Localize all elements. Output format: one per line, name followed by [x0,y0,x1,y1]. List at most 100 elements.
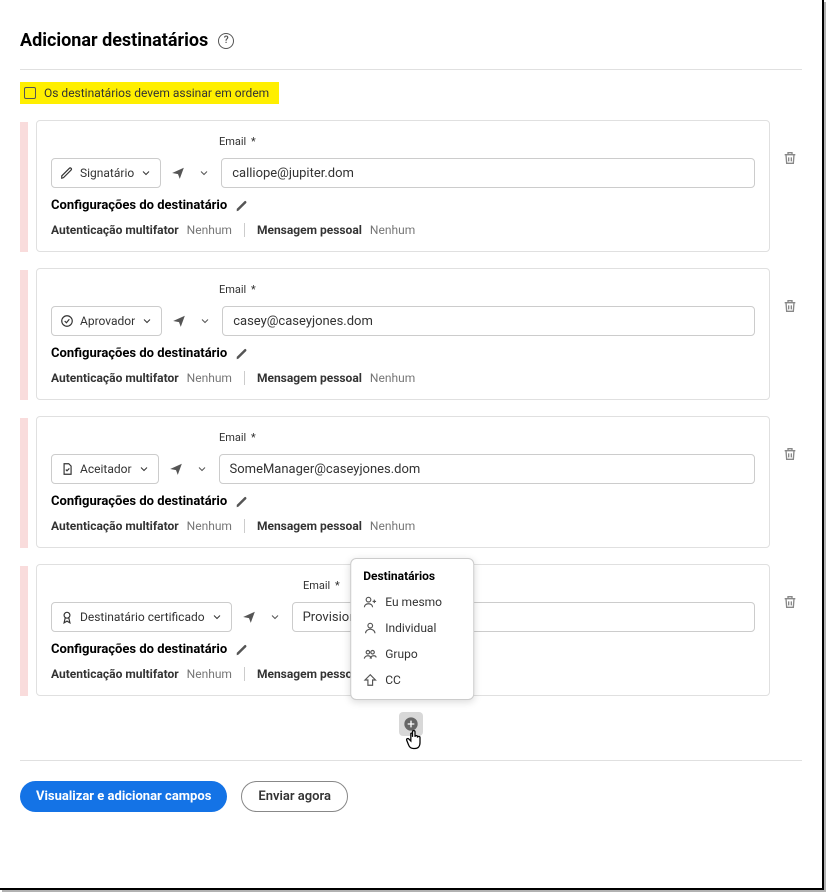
popup-item-label: CC [385,673,401,687]
edit-settings-button[interactable] [235,199,249,213]
page-title: Adicionar destinatários [20,30,208,51]
pen-icon [60,166,74,180]
recipient-card: Email * Aprovador [36,268,770,400]
check-circle-icon [60,314,74,328]
recipient-settings-row: Configurações do destinatário [51,346,755,361]
sign-in-order-label: Os destinatários devem assinar em ordem [44,86,269,100]
role-select[interactable]: Destinatário certificado [51,602,232,632]
order-indicator [20,566,28,696]
delete-recipient-button[interactable] [782,150,798,166]
role-label: Destinatário certificado [80,610,205,624]
user-plus-icon [363,595,377,609]
delete-recipient-button[interactable] [782,298,798,314]
recipient-block: Email * Aprovador [20,268,802,400]
popup-title: Destinatários [351,565,473,589]
footer-divider [20,760,802,761]
recipient-settings-label: Configurações do destinatário [51,198,227,213]
chevron-down-icon[interactable] [196,312,214,330]
delete-recipient-wrap [778,564,802,610]
personal-msg-value: Nenhum [370,519,415,533]
sign-in-order-row[interactable]: Os destinatários devem assinar em ordem [20,82,279,104]
edit-settings-button[interactable] [235,347,249,361]
recipient-settings-label: Configurações do destinatário [51,346,227,361]
group-icon [363,647,377,661]
add-recipient-area: Destinatários Eu mesmo Individual Grupo … [20,712,802,736]
edit-settings-button[interactable] [235,643,249,657]
help-icon[interactable]: ? [218,33,234,49]
recipient-controls-row: Aceitador [51,454,755,484]
role-label: Aceitador [80,462,132,476]
divider [244,519,245,533]
delete-recipient-button[interactable] [782,446,798,462]
recipient-settings-label: Configurações do destinatário [51,494,227,509]
order-indicator [20,418,28,548]
divider [244,223,245,237]
preview-add-fields-button[interactable]: Visualizar e adicionar campos [20,781,227,812]
recipient-settings-row: Configurações do destinatário [51,494,755,509]
chevron-down-icon [141,315,153,327]
divider [244,371,245,385]
user-icon [363,621,377,635]
recipient-settings-row: Configurações do destinatário [51,198,755,213]
popup-item-label: Individual [385,621,436,635]
chevron-down-icon [138,463,150,475]
popup-item-label: Eu mesmo [385,595,442,609]
mfa-value: Nenhum [187,667,232,681]
email-label: Email * [219,431,755,444]
role-select[interactable]: Aceitador [51,454,159,484]
sign-in-order-checkbox[interactable] [24,87,36,99]
chevron-down-icon[interactable] [266,608,284,626]
mfa-label: Autenticação multifator [51,371,179,385]
edit-settings-button[interactable] [235,495,249,509]
popup-item-me[interactable]: Eu mesmo [351,589,473,615]
email-label: Email * [219,283,755,296]
recipient-block: Email * Signatário [20,120,802,252]
send-method-icon[interactable] [170,312,188,330]
chevron-down-icon[interactable] [193,460,211,478]
mfa-value: Nenhum [187,519,232,533]
mfa-label: Autenticação multifator [51,667,179,681]
recipient-detail-row: Autenticação multifator Nenhum Mensagem … [51,223,755,237]
personal-msg-label: Mensagem pessoal [257,223,362,237]
mfa-value: Nenhum [187,371,232,385]
personal-msg-label: Mensagem pessoal [257,371,362,385]
recipient-detail-row: Autenticação multifator Nenhum Mensagem … [51,371,755,385]
mfa-value: Nenhum [187,223,232,237]
delete-recipient-button[interactable] [782,594,798,610]
email-input[interactable] [222,306,755,336]
role-select[interactable]: Aprovador [51,306,162,336]
recipient-type-popup: Destinatários Eu mesmo Individual Grupo … [350,558,474,700]
popup-item-individual[interactable]: Individual [351,615,473,641]
chevron-down-icon [211,611,223,623]
recipient-detail-row: Autenticação multifator Nenhum Mensagem … [51,519,755,533]
personal-msg-value: Nenhum [370,371,415,385]
recipient-controls-row: Signatário [51,158,755,188]
send-method-icon[interactable] [240,608,258,626]
order-indicator [20,122,28,252]
send-method-icon[interactable] [169,164,187,182]
role-label: Signatário [80,166,134,180]
chevron-down-icon [140,167,152,179]
chevron-down-icon[interactable] [195,164,213,182]
add-recipient-button[interactable] [399,712,423,736]
send-now-button[interactable]: Enviar agora [241,781,348,812]
personal-msg-value: Nenhum [370,223,415,237]
order-indicator [20,270,28,400]
personal-msg-label: Mensagem pessoal [257,667,362,681]
send-method-icon[interactable] [167,460,185,478]
popup-item-label: Grupo [385,647,417,661]
ribbon-icon [60,610,74,624]
nav-arrow-icon [363,673,377,687]
popup-item-cc[interactable]: CC [351,667,473,693]
email-label: Email * [219,135,755,148]
footer-actions: Visualizar e adicionar campos Enviar ago… [20,781,802,812]
role-label: Aprovador [80,314,135,328]
header-divider [20,69,802,70]
email-input[interactable] [219,454,755,484]
email-input[interactable] [221,158,755,188]
recipient-controls-row: Aprovador [51,306,755,336]
role-select[interactable]: Signatário [51,158,161,188]
recipient-card: Email * Aceitador [36,416,770,548]
delete-recipient-wrap [778,268,802,314]
popup-item-group[interactable]: Grupo [351,641,473,667]
